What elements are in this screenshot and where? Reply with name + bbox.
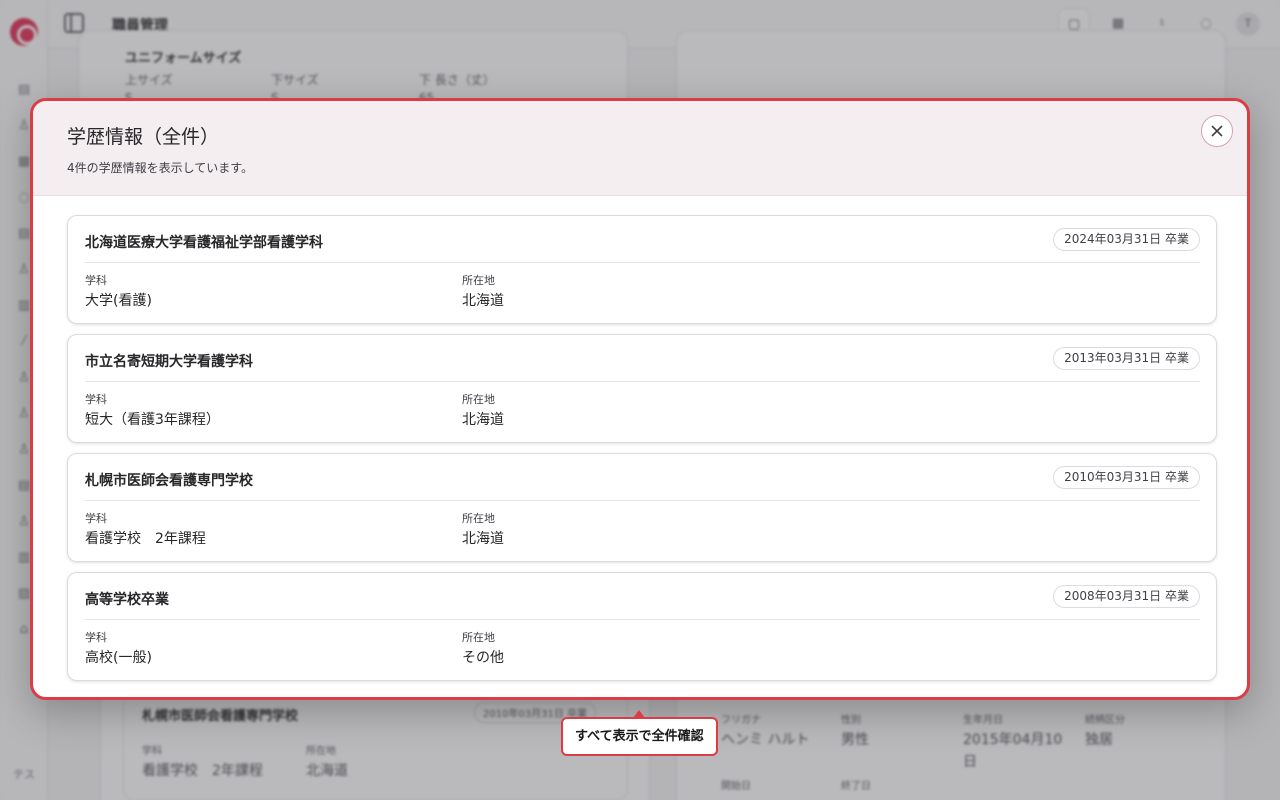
- dept-value: 看護学校 2年課程: [85, 531, 206, 547]
- education-list: 北海道医療大学看護福祉学部看護学科 2024年03月31日 卒業 学科 所在地 …: [67, 215, 1217, 691]
- dept-value: 大学(看護): [85, 293, 152, 309]
- modal-header: 学歴情報（全件） 4件の学歴情報を表示しています。: [33, 101, 1247, 196]
- location-label: 所在地: [462, 631, 495, 644]
- school-name: 札幌市医師会看護専門学校: [85, 473, 253, 489]
- modal-title: 学歴情報（全件）: [67, 126, 220, 148]
- graduation-date-badge: 2013年03月31日 卒業: [1053, 347, 1200, 370]
- dept-label: 学科: [85, 512, 107, 525]
- graduation-date-badge: 2010年03月31日 卒業: [1053, 466, 1200, 489]
- location-label: 所在地: [462, 274, 495, 287]
- divider: [85, 381, 1200, 382]
- dept-value: 高校(一般): [85, 650, 152, 666]
- graduation-date-badge: 2024年03月31日 卒業: [1053, 228, 1200, 251]
- dept-label: 学科: [85, 631, 107, 644]
- close-button[interactable]: [1201, 115, 1233, 147]
- location-label: 所在地: [462, 512, 495, 525]
- school-name: 市立名寄短期大学看護学科: [85, 354, 253, 370]
- divider: [85, 500, 1200, 501]
- close-icon: [1211, 125, 1223, 137]
- divider: [85, 262, 1200, 263]
- graduation-date-badge: 2008年03月31日 卒業: [1053, 585, 1200, 608]
- tooltip: すべて表示で全件確認: [561, 717, 718, 756]
- modal-description: 4件の学歴情報を表示しています。: [67, 161, 254, 175]
- location-value: 北海道: [462, 293, 504, 309]
- school-name: 高等学校卒業: [85, 592, 169, 608]
- location-value: 北海道: [462, 412, 504, 428]
- education-record: 市立名寄短期大学看護学科 2013年03月31日 卒業 学科 所在地 短大（看護…: [67, 334, 1217, 443]
- location-label: 所在地: [462, 393, 495, 406]
- education-modal: 学歴情報（全件） 4件の学歴情報を表示しています。 北海道医療大学看護福祉学部看…: [30, 98, 1250, 700]
- location-value: 北海道: [462, 531, 504, 547]
- school-name: 北海道医療大学看護福祉学部看護学科: [85, 235, 323, 251]
- education-record: 北海道医療大学看護福祉学部看護学科 2024年03月31日 卒業 学科 所在地 …: [67, 215, 1217, 324]
- dept-label: 学科: [85, 393, 107, 406]
- dept-value: 短大（看護3年課程）: [85, 412, 220, 428]
- divider: [85, 619, 1200, 620]
- location-value: その他: [462, 650, 504, 666]
- education-record: 高等学校卒業 2008年03月31日 卒業 学科 所在地 高校(一般) その他: [67, 572, 1217, 681]
- education-record: 札幌市医師会看護専門学校 2010年03月31日 卒業 学科 所在地 看護学校 …: [67, 453, 1217, 562]
- dept-label: 学科: [85, 274, 107, 287]
